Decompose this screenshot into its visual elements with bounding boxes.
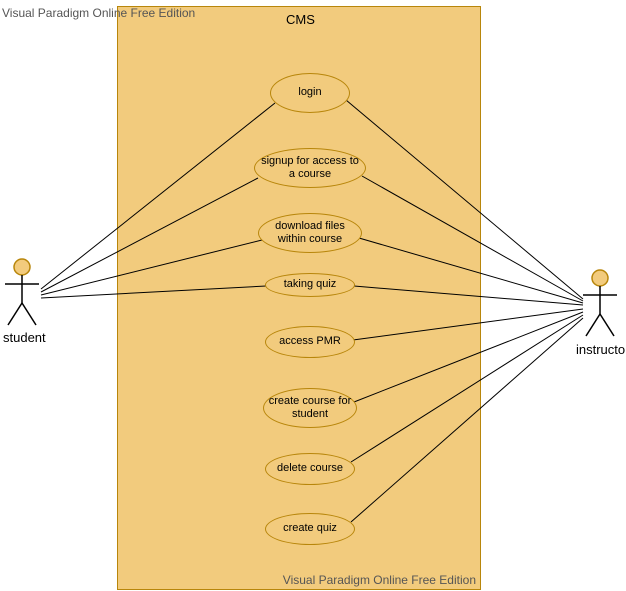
usecase-create-course: create course for student	[263, 388, 357, 428]
actor-student-label: student	[3, 330, 46, 345]
actor-student-figure	[5, 259, 39, 325]
usecase-login: login	[270, 73, 350, 113]
actor-instructor-label: instructor	[576, 342, 626, 357]
diagram-stage: Visual Paradigm Online Free Edition Visu…	[0, 0, 626, 591]
usecase-signup: signup for access to a course	[254, 148, 366, 188]
usecase-delete-course: delete course	[265, 453, 355, 485]
usecase-taking-quiz: taking quiz	[265, 273, 355, 297]
usecase-create-quiz: create quiz	[265, 513, 355, 545]
usecase-access-pmr: access PMR	[265, 326, 355, 358]
actor-instructor-figure	[583, 270, 617, 336]
usecase-download: download files within course	[258, 213, 362, 253]
